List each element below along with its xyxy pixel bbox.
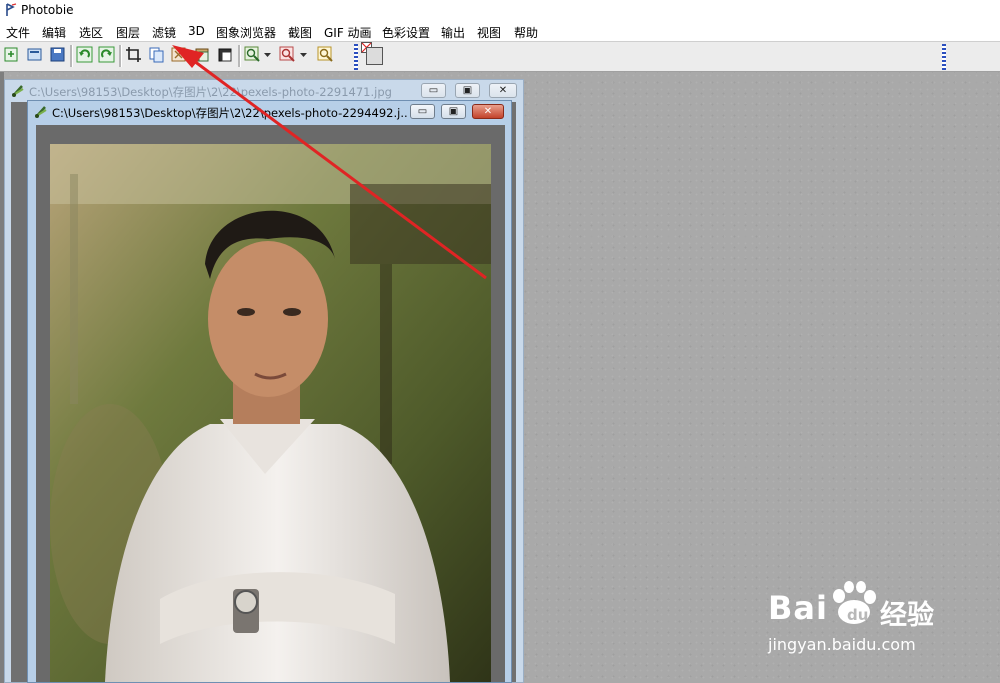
baidu-watermark: Bai du 经验 jingyan.baidu.com [768, 575, 948, 660]
svg-text:du: du [847, 606, 868, 624]
watermark-brand-cn: 经验 [880, 600, 934, 631]
watermark-url: jingyan.baidu.com [768, 635, 916, 654]
watermark-brand: Bai [768, 589, 828, 627]
baidu-paw-icon: du [833, 581, 876, 624]
